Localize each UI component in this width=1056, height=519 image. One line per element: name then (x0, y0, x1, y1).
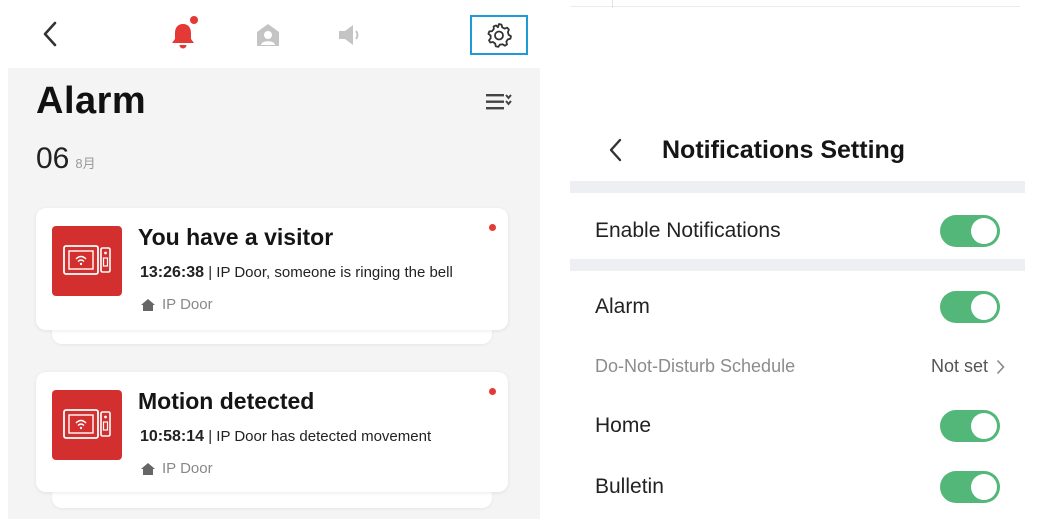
section-separator (570, 181, 1025, 193)
person-icon (257, 24, 279, 46)
unread-dot (489, 388, 496, 395)
home-toggle[interactable] (940, 410, 1000, 442)
divider (612, 0, 613, 8)
alarm-label: Alarm (595, 295, 650, 318)
notification-text: IP Door, someone is ringing the bell (216, 264, 453, 281)
alarm-toggle[interactable] (940, 291, 1000, 323)
toggle-knob (971, 294, 997, 320)
notification-card[interactable]: You have a visitor 13:26:38 | IP Door, s… (36, 208, 508, 330)
filter-list-icon (486, 94, 512, 110)
dnd-schedule-label: Do-Not-Disturb Schedule (595, 356, 796, 376)
dnd-schedule-row[interactable]: Do-Not-Disturb Schedule Not set (570, 342, 1025, 390)
bulletin-toggle[interactable] (940, 471, 1000, 503)
notification-source-label: IP Door (162, 460, 213, 477)
filter-button[interactable] (484, 90, 514, 114)
alarm-screen: Alarm 06 8月 You have a visitor 13:26:38 … (0, 0, 548, 519)
home-row: Home (570, 402, 1025, 450)
toggle-knob (971, 413, 997, 439)
enable-notifications-row: Enable Notifications (570, 207, 1025, 255)
notification-title: You have a visitor (138, 224, 334, 250)
back-button[interactable] (38, 20, 62, 48)
section-separator (570, 259, 1025, 271)
enable-notifications-label: Enable Notifications (595, 219, 781, 242)
chevron-left-icon (43, 21, 57, 47)
gear-icon (487, 23, 512, 48)
notification-separator: | (204, 428, 217, 445)
tab-visitor[interactable] (251, 18, 285, 52)
notifications-setting-screen: Notifications Setting Enable Notificatio… (570, 0, 1056, 519)
dnd-schedule-value-text: Not set (930, 356, 988, 376)
notification-source-label: IP Door (162, 296, 213, 313)
notification-source: IP Door (140, 296, 213, 313)
home-label: Home (595, 414, 652, 437)
page-title: Alarm (36, 80, 147, 122)
home-icon (141, 298, 155, 311)
date-month: 8月 (75, 156, 96, 171)
notification-time: 13:26:38 (140, 264, 205, 281)
notification-time: 10:58:14 (140, 428, 205, 445)
settings-button[interactable] (470, 15, 528, 55)
alarm-list-area: Alarm 06 8月 You have a visitor 13:26:38 … (8, 68, 540, 519)
chevron-left-icon (609, 138, 622, 162)
bell-icon (172, 24, 194, 49)
alarm-badge (190, 16, 198, 24)
chevron-right-icon (996, 359, 1005, 374)
settings-back-button[interactable] (604, 136, 626, 164)
notification-source: IP Door (140, 460, 213, 477)
toggle-knob (971, 218, 997, 244)
notification-description: 10:58:14 | IP Door has detected movement (140, 428, 504, 446)
bulletin-row: Bulletin (570, 463, 1025, 511)
notification-thumbnail (52, 390, 122, 460)
tab-announcement[interactable] (334, 18, 368, 52)
alarm-top-bar (0, 0, 548, 68)
notification-separator: | (204, 264, 217, 281)
intercom-icon (63, 409, 111, 439)
toggle-knob (971, 474, 997, 500)
notification-text: IP Door has detected movement (216, 428, 432, 445)
date-day: 06 (36, 142, 70, 175)
settings-title: Notifications Setting (662, 136, 906, 164)
dnd-schedule-value[interactable]: Not set (931, 356, 1005, 377)
intercom-icon (63, 245, 111, 275)
alarm-row: Alarm (570, 283, 1025, 331)
date-header: 06 8月 (36, 142, 96, 176)
tab-alarm[interactable] (166, 16, 200, 52)
notification-thumbnail (52, 226, 122, 296)
notification-title: Motion detected (138, 388, 315, 414)
speaker-icon (339, 25, 359, 45)
home-icon (141, 462, 155, 475)
unread-dot (489, 224, 496, 231)
bulletin-label: Bulletin (595, 475, 664, 498)
divider (570, 6, 1020, 7)
notification-description: 13:26:38 | IP Door, someone is ringing t… (140, 264, 504, 282)
enable-notifications-toggle[interactable] (940, 215, 1000, 247)
notification-card[interactable]: Motion detected 10:58:14 | IP Door has d… (36, 372, 508, 492)
